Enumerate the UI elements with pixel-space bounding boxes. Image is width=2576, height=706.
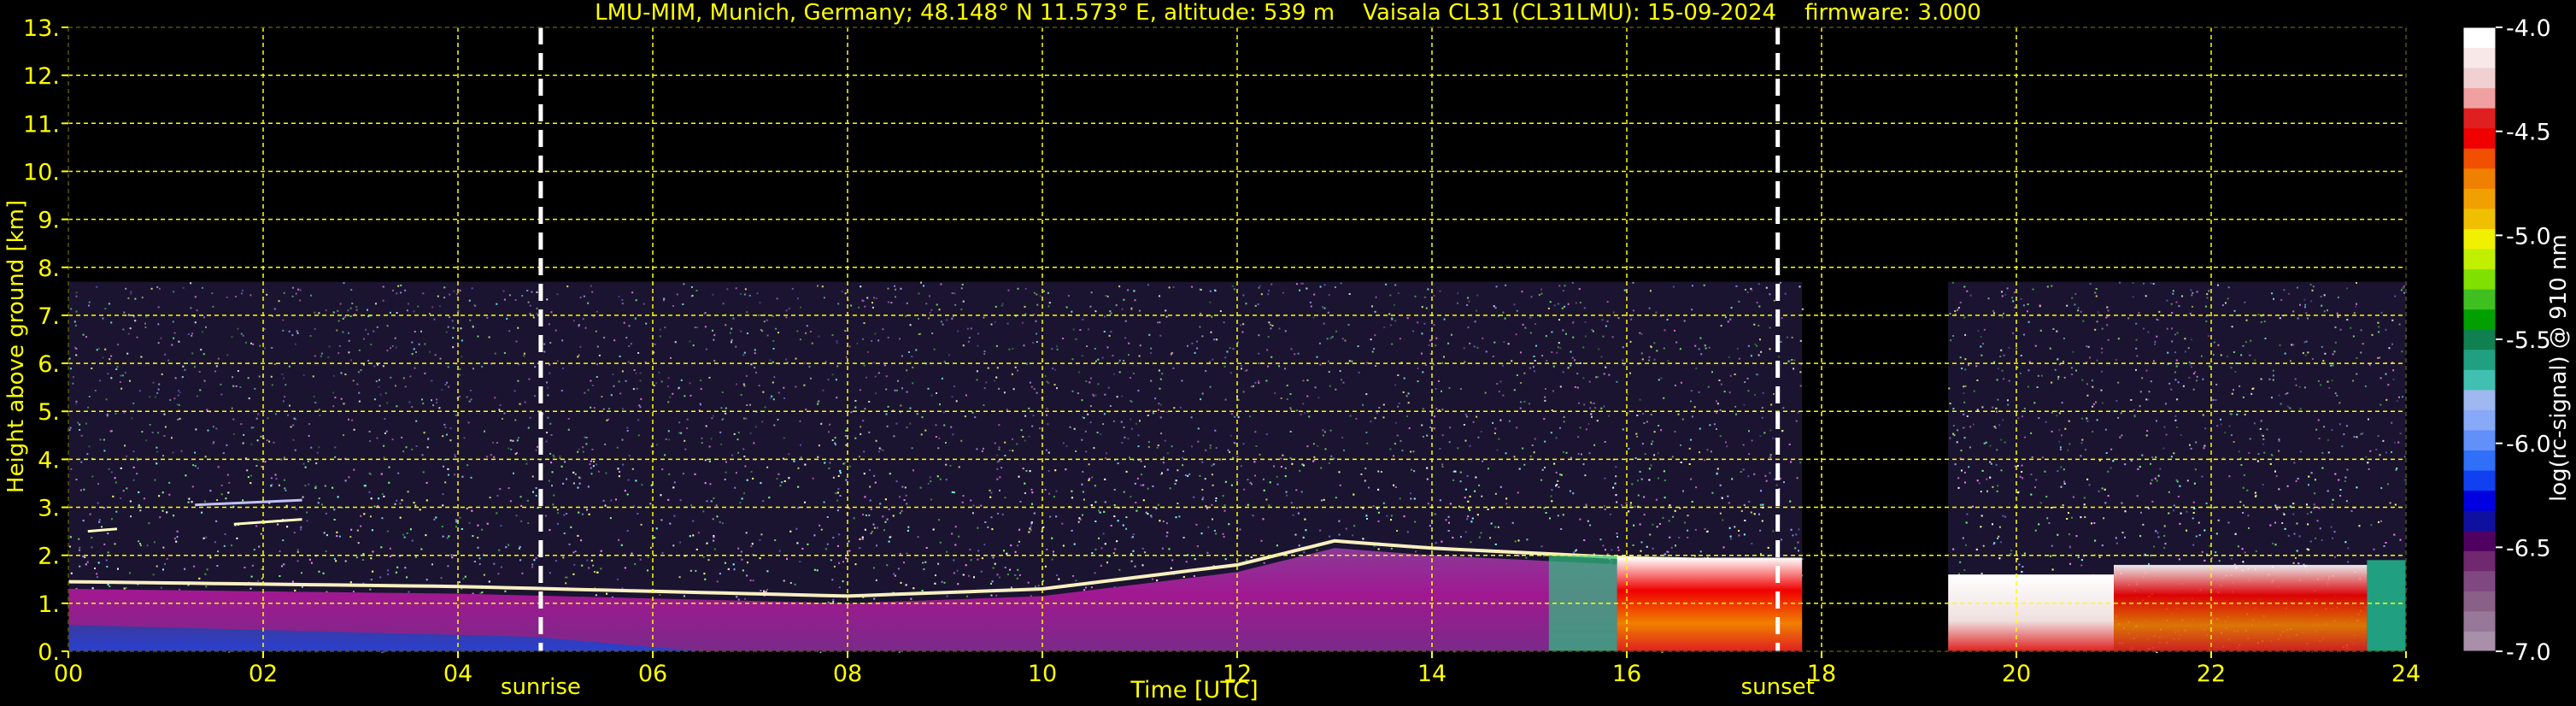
- colorbar-tick-label: -4.0: [2506, 15, 2551, 42]
- y-tick-label: 6.: [38, 351, 60, 378]
- colorbar-cell: [2463, 68, 2496, 89]
- x-tick-label: 06: [638, 661, 667, 687]
- colorbar-cell: [2463, 429, 2496, 451]
- colorbar-cell: [2463, 148, 2496, 169]
- y-tick-label: 2.: [38, 544, 60, 570]
- colorbar-cell: [2463, 389, 2496, 410]
- colorbar-cell: [2463, 188, 2496, 209]
- y-tick-label: 3.: [38, 496, 60, 522]
- colorbar-cell: [2463, 470, 2496, 491]
- y-tick-label: 11.: [23, 111, 60, 138]
- colorbar: -4.0 -4.5 -5.0 -5.5 -6.0 -6.5 -7.0: [2462, 15, 2551, 666]
- colorbar-cell: [2463, 168, 2496, 189]
- sunset-label: sunset: [1741, 674, 1815, 700]
- colorbar-tick-label: -5.5: [2506, 327, 2551, 354]
- y-tick-label: 7.: [38, 303, 60, 330]
- cloud-edge: [2367, 560, 2406, 651]
- colorbar-cell: [2463, 208, 2496, 229]
- colorbar-tick-label: -4.5: [2506, 120, 2551, 146]
- x-tick-label: 14: [1417, 661, 1446, 687]
- cloud-layer: [2114, 564, 2368, 651]
- x-tick-label: 20: [2002, 661, 2031, 687]
- colorbar-cell: [2463, 591, 2496, 612]
- y-tick-label: 10.: [23, 159, 60, 185]
- y-tick-label: 9.: [38, 208, 60, 234]
- colorbar-cell: [2463, 87, 2496, 109]
- x-tick-label: 04: [443, 661, 472, 687]
- colorbar-cell: [2463, 309, 2496, 330]
- colorbar-cell: [2463, 329, 2496, 350]
- cloud-layer: [1948, 574, 2114, 651]
- x-tick-label: 10: [1028, 661, 1057, 687]
- colorbar-cell: [2463, 530, 2496, 551]
- colorbar-cell: [2463, 349, 2496, 370]
- colorbar-cell: [2463, 108, 2496, 129]
- colorbar-cell: [2463, 510, 2496, 532]
- x-axis-label: Time [UTC]: [1130, 677, 1258, 703]
- y-tick-label: 4.: [38, 447, 60, 474]
- x-tick-label: 24: [2391, 661, 2421, 687]
- y-tick-label: 12.: [23, 63, 60, 90]
- colorbar-tick-label: -5.0: [2506, 223, 2551, 250]
- colorbar-cell: [2463, 228, 2496, 250]
- x-tick-label: 08: [833, 661, 862, 687]
- colorbar-cell: [2463, 47, 2496, 68]
- colorbar-cell: [2463, 610, 2496, 632]
- colorbar-cell: [2463, 27, 2496, 49]
- x-tick-label: 22: [2197, 661, 2226, 687]
- colorbar-cell: [2463, 409, 2496, 431]
- colorbar-tick-label: -6.5: [2506, 535, 2551, 562]
- x-tick-label: 18: [1807, 661, 1836, 687]
- colorbar-cell: [2463, 570, 2496, 591]
- colorbar-tick-label: -6.0: [2506, 432, 2551, 458]
- colorbar-cell: [2463, 127, 2496, 149]
- y-tick-label: 1.: [38, 591, 60, 618]
- colorbar-cell: [2463, 369, 2496, 391]
- colorbar-cell: [2463, 249, 2496, 270]
- colorbar-cell: [2463, 490, 2496, 511]
- colorbar-cell: [2463, 631, 2496, 652]
- y-tick-label: 13.: [23, 15, 60, 42]
- colorbar-cell: [2463, 450, 2496, 471]
- ceilometer-chart: sunrise sunset 00 02 04 06 08 10 12 14 16 18 20 22 24…: [23, 15, 2551, 703]
- x-tick-label: 16: [1612, 661, 1641, 687]
- y-tick-label: 8.: [38, 256, 60, 282]
- colorbar-cell: [2463, 268, 2496, 290]
- y-tick-label: 5.: [38, 399, 60, 426]
- colorbar-tick-label: -7.0: [2506, 639, 2551, 666]
- x-tick-label: 02: [249, 661, 278, 687]
- cloud-layer: [1617, 557, 1803, 651]
- sunrise-label: sunrise: [501, 674, 581, 700]
- colorbar-cell: [2463, 550, 2496, 572]
- y-tick-label: 0.: [38, 639, 60, 666]
- colorbar-cell: [2463, 289, 2496, 310]
